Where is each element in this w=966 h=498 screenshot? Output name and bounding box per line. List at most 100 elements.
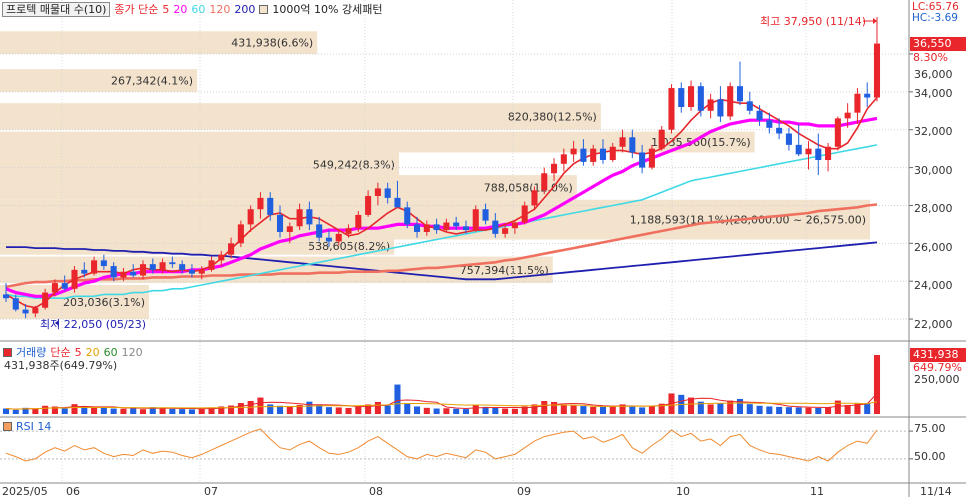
volume-bar: [560, 404, 567, 414]
volume-bar: [609, 405, 616, 414]
ma-period-60: 60: [191, 2, 206, 16]
volume-bar: [198, 408, 205, 414]
volume-bar: [139, 409, 147, 414]
candle-body: [727, 86, 734, 117]
volume-bar: [864, 403, 871, 414]
volume-axis-tick: 250,000: [914, 373, 960, 386]
candle-body: [81, 269, 88, 274]
volume-bar: [443, 408, 450, 414]
x-tick: 2025/05: [2, 485, 48, 498]
volume-bar: [355, 406, 362, 414]
volume-bar: [423, 407, 430, 414]
candle-body: [570, 148, 577, 155]
volume-bar: [433, 408, 440, 414]
candle-body: [619, 137, 626, 147]
volume-bar: [472, 404, 479, 414]
candle-body: [736, 86, 744, 102]
candle-body: [198, 269, 205, 274]
candle-body: [433, 224, 440, 231]
volume-bar: [306, 401, 313, 414]
volume-profile-bar: [0, 131, 755, 153]
candle-body: [345, 228, 352, 234]
candle-body: [149, 264, 156, 270]
volume-bar: [502, 408, 509, 414]
x-tick: 07: [204, 485, 218, 498]
rsi-axis-tick: 50.00: [914, 450, 946, 463]
candle-body: [825, 146, 832, 161]
candle-body: [531, 190, 538, 206]
volume-profile-label: 549,242(8.3%): [313, 159, 395, 172]
volume-profile-label: 1000억 10% 강세패턴: [272, 3, 383, 16]
volume-bar: [384, 405, 391, 414]
volume-bar: [776, 406, 783, 414]
volume-bar: [159, 408, 166, 414]
candle-body: [864, 93, 871, 98]
candle-body: [2, 294, 10, 299]
ma-period-5: 5: [162, 2, 170, 16]
candle-body: [169, 262, 176, 265]
candle-body: [384, 188, 391, 198]
volume-bar: [825, 407, 832, 414]
volume-readout: 431,938주(649.79%): [4, 359, 118, 372]
candle-body: [766, 120, 773, 128]
price-tick: 34,000: [914, 87, 953, 100]
volume-bar: [81, 407, 88, 414]
candle-body: [188, 269, 195, 274]
volume-profile-label: 820,380(12.5%): [508, 110, 597, 123]
volume-bar: [130, 407, 137, 414]
ma-label: 종가 단순: [114, 3, 159, 16]
volume-bar: [120, 408, 127, 414]
volume-badge: 431,938: [910, 348, 966, 362]
volume-profile-label: 203,036(3.1%): [63, 296, 145, 309]
candle-body: [316, 224, 323, 238]
candle-body: [609, 146, 616, 161]
volume-bar: [345, 407, 352, 414]
candle-body: [423, 224, 430, 232]
volume-bar: [286, 406, 293, 414]
candle-body: [599, 148, 607, 161]
candle-body: [697, 86, 704, 111]
volume-bar: [629, 406, 636, 414]
ma-period-200: 200: [234, 2, 256, 16]
candle-body: [707, 99, 714, 111]
candle-body: [658, 129, 665, 149]
price-tick: 28,000: [914, 202, 953, 215]
candle-body: [854, 93, 861, 113]
volume-bar: [179, 409, 186, 414]
volume-bar: [599, 406, 607, 414]
candle-body: [159, 262, 166, 270]
rsi-swatch: [3, 422, 12, 431]
price-tick: 36,000: [914, 68, 953, 81]
rsi-label[interactable]: RSI 14: [16, 420, 51, 433]
volume-bar: [580, 406, 587, 414]
candle-body: [795, 144, 802, 155]
volume-bar: [374, 401, 381, 414]
price-tick: 22,000: [914, 318, 953, 331]
volume-ma-120: 120: [121, 345, 143, 359]
candle-body: [130, 271, 137, 276]
candle-body: [22, 309, 29, 314]
volume-bar: [237, 403, 244, 414]
price-tick: 24,000: [914, 279, 953, 292]
candle-body: [100, 260, 107, 267]
price-tick: 32,000: [914, 125, 953, 138]
candle-body: [844, 112, 851, 119]
candle-body: [394, 197, 401, 208]
candle-body: [247, 209, 254, 225]
candle-body: [110, 266, 117, 278]
indicator-title[interactable]: 프로텍 매물대 수(10): [2, 1, 111, 17]
candle-body: [306, 209, 313, 225]
x-tick: 09: [517, 485, 531, 498]
rsi-legend: RSI 14: [3, 420, 51, 433]
rsi-axis-tick: 75.00: [914, 422, 946, 435]
stock-chart[interactable]: 431,938(6.6%) 267,342(4.1%) 820,380(12.5%)…: [0, 0, 966, 497]
volume-bar: [834, 400, 841, 414]
candle-body: [12, 298, 19, 310]
candle-body: [580, 148, 587, 162]
volume-bar: [169, 408, 176, 414]
candle-body: [286, 226, 293, 232]
volume-bar: [453, 408, 460, 414]
volume-bar: [91, 407, 98, 414]
candle-body: [120, 271, 127, 278]
candle-body: [228, 243, 235, 255]
